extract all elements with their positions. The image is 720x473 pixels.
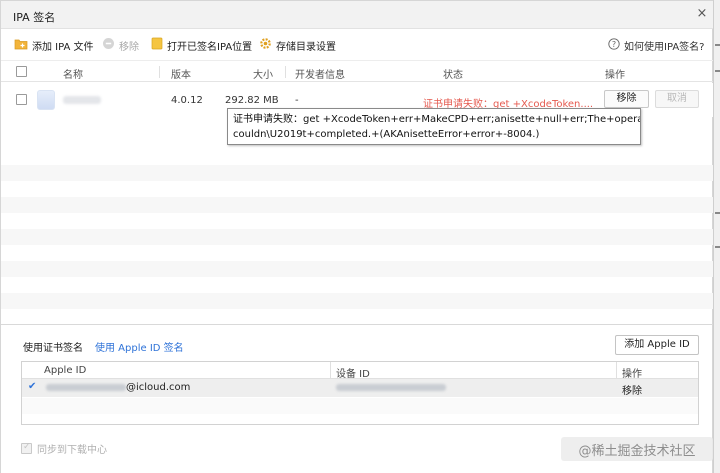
header-separator	[285, 66, 286, 78]
apple-id-redacted	[46, 384, 126, 391]
header-separator	[159, 66, 160, 78]
edge-mark	[715, 70, 720, 72]
watermark: @稀土掘金技术社区	[561, 437, 713, 461]
header-size: 大小	[253, 70, 273, 81]
storage-settings-button[interactable]: 存储目录设置	[259, 37, 336, 53]
header-developer: 开发者信息	[295, 70, 345, 81]
selected-check-icon: ✔	[28, 381, 37, 392]
edge-mark	[715, 44, 720, 46]
close-icon[interactable]: ×	[695, 7, 709, 21]
help-label: 如何使用IPA签名?	[624, 42, 705, 53]
section-divider	[1, 324, 714, 325]
apple-id-table: Apple ID 设备 ID 操作 ✔ @icloud.com 移除	[21, 361, 699, 425]
toolbar: 添加 IPA 文件 移除 打开已签名IPA位置 存储目录设置 ? 如何使用IPA…	[1, 29, 714, 57]
add-apple-id-button[interactable]: 添加 Apple ID	[615, 335, 699, 355]
add-ipa-button[interactable]: 添加 IPA 文件	[14, 38, 94, 53]
header-name: 名称	[63, 70, 83, 81]
empty-row	[22, 398, 698, 414]
header-separator	[330, 362, 331, 379]
row-version: 4.0.12	[171, 95, 203, 106]
apple-id-row[interactable]: ✔ @icloud.com 移除	[22, 379, 698, 397]
edge-mark	[715, 246, 720, 248]
empty-row	[1, 165, 714, 181]
empty-row	[1, 261, 714, 277]
empty-row	[1, 229, 714, 245]
storage-settings-label: 存储目录设置	[276, 41, 336, 53]
folder-plus-icon	[14, 38, 28, 53]
sync-option[interactable]: 同步到下载中心	[21, 441, 107, 456]
row-cancel-button[interactable]: 取消	[655, 90, 699, 108]
tab-cert-signing[interactable]: 使用证书签名	[23, 339, 83, 354]
remove-button[interactable]: 移除	[102, 37, 139, 53]
header-action: 操作	[605, 70, 625, 81]
row-checkbox[interactable]	[16, 94, 27, 105]
svg-text:?: ?	[612, 40, 616, 49]
apple-id-domain: @icloud.com	[126, 382, 191, 393]
error-tooltip: 证书申请失败：get +XcodeToken+err+MakeCPD+err;a…	[227, 108, 641, 145]
tooltip-line-1: 证书申请失败：get +XcodeToken+err+MakeCPD+err;a…	[233, 114, 641, 125]
question-circle-icon: ?	[608, 38, 620, 53]
empty-row	[1, 293, 714, 309]
sync-label: 同步到下载中心	[37, 445, 107, 456]
row-size: 292.82 MB	[225, 95, 279, 106]
help-link[interactable]: ? 如何使用IPA签名?	[608, 38, 705, 53]
header-device-id: 设备 ID	[336, 369, 370, 380]
apple-id-remove-link[interactable]: 移除	[622, 382, 642, 397]
header-separator	[616, 362, 617, 379]
apple-id-table-header: Apple ID 设备 ID 操作	[22, 362, 698, 380]
app-name-redacted	[63, 96, 101, 104]
add-ipa-label: 添加 IPA 文件	[32, 41, 94, 53]
row-remove-button[interactable]: 移除	[604, 90, 649, 108]
remove-label: 移除	[119, 41, 139, 53]
signing-mode-tabs: 使用证书签名 使用 Apple ID 签名	[23, 339, 184, 354]
open-signed-label: 打开已签名IPA位置	[167, 41, 253, 53]
app-icon	[37, 90, 55, 110]
row-developer: -	[295, 95, 299, 106]
open-signed-location-button[interactable]: 打开已签名IPA位置	[151, 37, 253, 53]
edge-mark	[715, 212, 720, 214]
ipa-sign-window: IPA 签名 × 添加 IPA 文件 移除 打开已签名IPA位置 存储目录设置 …	[0, 0, 714, 473]
gear-icon	[259, 37, 272, 53]
window-title: IPA 签名	[13, 11, 56, 24]
tooltip-line-2: couldn\U2019t+completed.+(AKAnisetteErro…	[233, 129, 540, 140]
sync-checkbox[interactable]	[21, 442, 32, 454]
select-all-checkbox[interactable]	[16, 66, 27, 77]
ipa-table-header: 名称 版本 大小 开发者信息 状态 操作	[1, 60, 714, 82]
device-id-redacted	[336, 384, 446, 391]
header-status: 状态	[443, 70, 463, 81]
header-apple-id: Apple ID	[44, 365, 87, 376]
header-version: 版本	[171, 70, 191, 81]
tab-apple-id-signing[interactable]: 使用 Apple ID 签名	[95, 339, 184, 354]
remove-circle-icon	[102, 37, 115, 53]
title-bar: IPA 签名 ×	[1, 1, 714, 29]
header-operation: 操作	[622, 369, 642, 380]
empty-row	[1, 197, 714, 213]
background-window-edge	[713, 0, 720, 473]
folder-icon	[151, 37, 163, 53]
